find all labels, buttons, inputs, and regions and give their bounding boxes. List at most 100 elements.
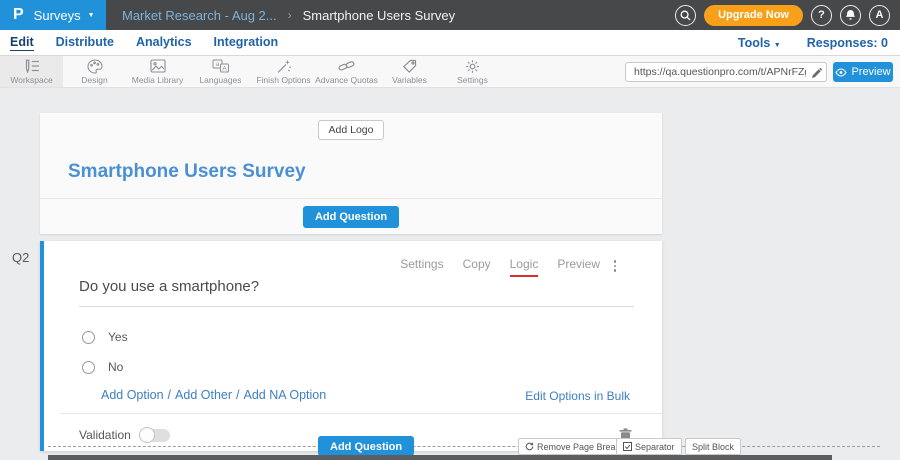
eye-icon	[835, 68, 847, 77]
editor-toolbar: Workspace Design Media Library aA Langua…	[0, 56, 900, 88]
question-divider	[61, 413, 662, 414]
surveys-product-switcher[interactable]: P Surveys ▼	[0, 0, 106, 30]
survey-title[interactable]: Smartphone Users Survey	[40, 155, 662, 198]
search-icon	[680, 10, 691, 21]
languages-icon: aA	[212, 59, 229, 74]
variables-icon	[402, 59, 417, 74]
option-label[interactable]: No	[108, 360, 123, 374]
toolbar-label: Finish Options	[256, 75, 310, 85]
question-text[interactable]: Do you use a smartphone?	[79, 278, 634, 307]
answer-option-row: No	[82, 360, 123, 374]
add-question-button-top[interactable]: Add Question	[303, 206, 399, 228]
link-separator: /	[168, 388, 171, 402]
survey-menu-bar: Edit Distribute Analytics Integration To…	[0, 30, 900, 56]
add-question-row: Add Question	[40, 199, 662, 234]
separator-checkbox-icon	[623, 442, 632, 451]
toolbar-label: Workspace	[10, 75, 52, 85]
toolbar-label: Advance Quotas	[315, 75, 378, 85]
radio-button-no[interactable]	[82, 361, 95, 374]
remove-page-break-label: Remove Page Break	[537, 442, 620, 452]
toolbar-label: Media Library	[132, 75, 184, 85]
edit-options-in-bulk-link[interactable]: Edit Options in Bulk	[525, 389, 630, 403]
toolbar-label: Variables	[392, 75, 427, 85]
notifications-button[interactable]	[840, 5, 861, 26]
remove-page-break-button[interactable]: Remove Page Break	[518, 438, 627, 455]
product-label: Surveys	[34, 8, 81, 23]
toolbar-item-languages[interactable]: aA Languages	[189, 56, 252, 87]
split-block-label: Split Block	[692, 442, 734, 452]
breadcrumb: Market Research - Aug 2... › Smartphone …	[122, 8, 455, 23]
toolbar-label: Languages	[199, 75, 241, 85]
media-library-icon	[150, 59, 166, 74]
toolbar-item-design[interactable]: Design	[63, 56, 126, 87]
bell-icon	[845, 9, 856, 21]
edit-url-pencil-icon[interactable]	[811, 66, 822, 84]
svg-text:A: A	[222, 66, 227, 73]
question-block: Settings Copy Logic Preview Do you use a…	[40, 241, 662, 451]
advance-quotas-icon	[338, 59, 355, 74]
design-icon	[87, 59, 103, 74]
tab-analytics[interactable]: Analytics	[136, 35, 192, 50]
answer-option-row: Yes	[82, 330, 128, 344]
preview-label: Preview	[851, 66, 890, 78]
survey-card: Add Logo Smartphone Users Survey Add Que…	[40, 113, 662, 451]
upgrade-now-button[interactable]: Upgrade Now	[704, 5, 803, 26]
question-tab-logic[interactable]: Logic	[510, 257, 539, 277]
link-separator: /	[236, 388, 239, 402]
survey-header-section: Add Logo Smartphone Users Survey Add Que…	[40, 113, 662, 234]
chevron-down-icon: ▼	[88, 12, 95, 19]
toolbar-item-advance-quotas[interactable]: Advance Quotas	[315, 56, 378, 87]
separator-button[interactable]: Separator	[616, 438, 682, 455]
remove-page-break-icon	[525, 442, 534, 451]
menu-right-actions: Tools ▼ Responses: 0	[738, 36, 900, 50]
top-navbar: P Surveys ▼ Market Research - Aug 2... ›…	[0, 0, 900, 30]
survey-editor-canvas: Q2 Add Logo Smartphone Users Survey Add …	[0, 88, 900, 460]
add-logo-row: Add Logo	[40, 113, 662, 155]
toolbar-label: Design	[81, 75, 107, 85]
finish-options-icon	[276, 59, 292, 74]
breadcrumb-separator: ›	[288, 8, 292, 22]
toolbar-item-workspace[interactable]: Workspace	[0, 56, 63, 87]
kebab-menu-icon[interactable]	[608, 258, 622, 274]
survey-link-field	[625, 62, 827, 82]
radio-button-yes[interactable]	[82, 331, 95, 344]
chevron-down-icon: ▼	[774, 42, 781, 49]
toolbar-item-media-library[interactable]: Media Library	[126, 56, 189, 87]
add-option-link[interactable]: Add Option	[101, 388, 164, 402]
separator-label: Separator	[635, 442, 675, 452]
add-logo-button[interactable]: Add Logo	[318, 120, 385, 140]
option-label[interactable]: Yes	[108, 330, 128, 344]
add-other-link[interactable]: Add Other	[175, 388, 232, 402]
add-question-button-bottom[interactable]: Add Question	[318, 436, 414, 456]
responses-count[interactable]: Responses: 0	[807, 36, 888, 50]
split-block-button[interactable]: Split Block	[685, 438, 741, 455]
question-tabs: Settings Copy Logic Preview	[400, 257, 600, 277]
question-tab-copy[interactable]: Copy	[463, 257, 491, 277]
add-na-option-link[interactable]: Add NA Option	[244, 388, 327, 402]
tools-menu[interactable]: Tools ▼	[738, 36, 781, 50]
svg-text:a: a	[216, 62, 220, 68]
tab-integration[interactable]: Integration	[214, 35, 279, 50]
next-block-top-edge	[48, 455, 832, 460]
question-code: Q2	[12, 250, 29, 265]
question-tab-preview[interactable]: Preview	[557, 257, 600, 277]
tools-label: Tools	[738, 36, 770, 50]
breadcrumb-parent[interactable]: Market Research - Aug 2...	[122, 8, 277, 23]
topbar-actions: Upgrade Now ? A	[675, 5, 900, 26]
question-tab-settings[interactable]: Settings	[400, 257, 443, 277]
help-button[interactable]: ?	[811, 5, 832, 26]
toolbar-item-finish-options[interactable]: Finish Options	[252, 56, 315, 87]
survey-url-input[interactable]	[625, 62, 827, 82]
breadcrumb-current: Smartphone Users Survey	[303, 8, 455, 23]
preview-button[interactable]: Preview	[833, 62, 893, 82]
workspace-icon	[23, 59, 40, 74]
toolbar-item-variables[interactable]: Variables	[378, 56, 441, 87]
tab-distribute[interactable]: Distribute	[56, 35, 114, 50]
avatar[interactable]: A	[869, 5, 890, 26]
toolbar-label: Settings	[457, 75, 488, 85]
settings-icon	[465, 59, 480, 74]
toolbar-item-settings[interactable]: Settings	[441, 56, 504, 87]
tab-edit[interactable]: Edit	[10, 35, 34, 51]
page-break-dashed-line	[48, 446, 880, 447]
search-button[interactable]	[675, 5, 696, 26]
